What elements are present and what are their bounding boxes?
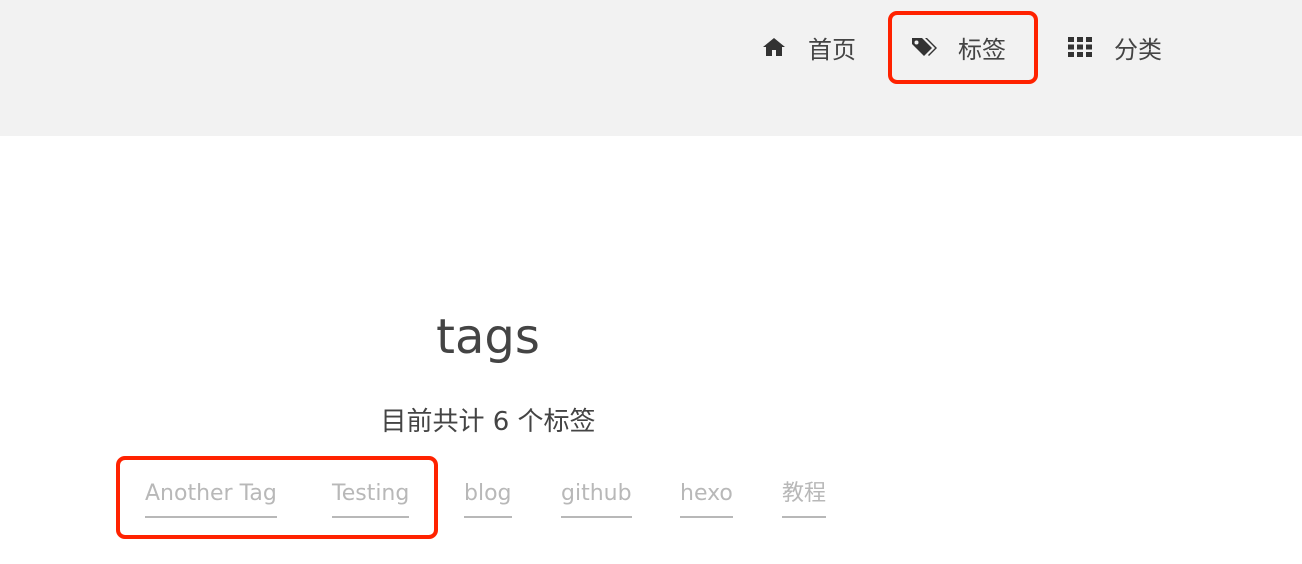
tag-link[interactable]: Testing <box>332 476 410 518</box>
tag-link[interactable]: 教程 <box>782 476 827 518</box>
nav-item-label: 标签 <box>958 35 1006 64</box>
nav-item-tags[interactable]: 标签 <box>910 24 1006 70</box>
main-nav: 首页 标签 分类 <box>0 0 1302 94</box>
page-title: tags <box>436 309 540 365</box>
tag-link[interactable]: Another Tag <box>145 476 277 518</box>
tag-link[interactable]: github <box>561 476 632 518</box>
grid-icon <box>1066 33 1094 61</box>
tags-icon <box>910 33 938 61</box>
site-header: 首页 标签 分类 <box>0 0 1302 136</box>
nav-item-label: 分类 <box>1114 35 1162 64</box>
tag-count-text: 目前共计 6 个标签 <box>380 407 596 437</box>
tag-link[interactable]: blog <box>464 476 512 518</box>
nav-item-label: 首页 <box>808 35 856 64</box>
nav-item-categories[interactable]: 分类 <box>1066 24 1162 70</box>
tag-link[interactable]: hexo <box>680 476 733 518</box>
nav-item-home[interactable]: 首页 <box>760 24 856 70</box>
home-icon <box>760 33 788 61</box>
